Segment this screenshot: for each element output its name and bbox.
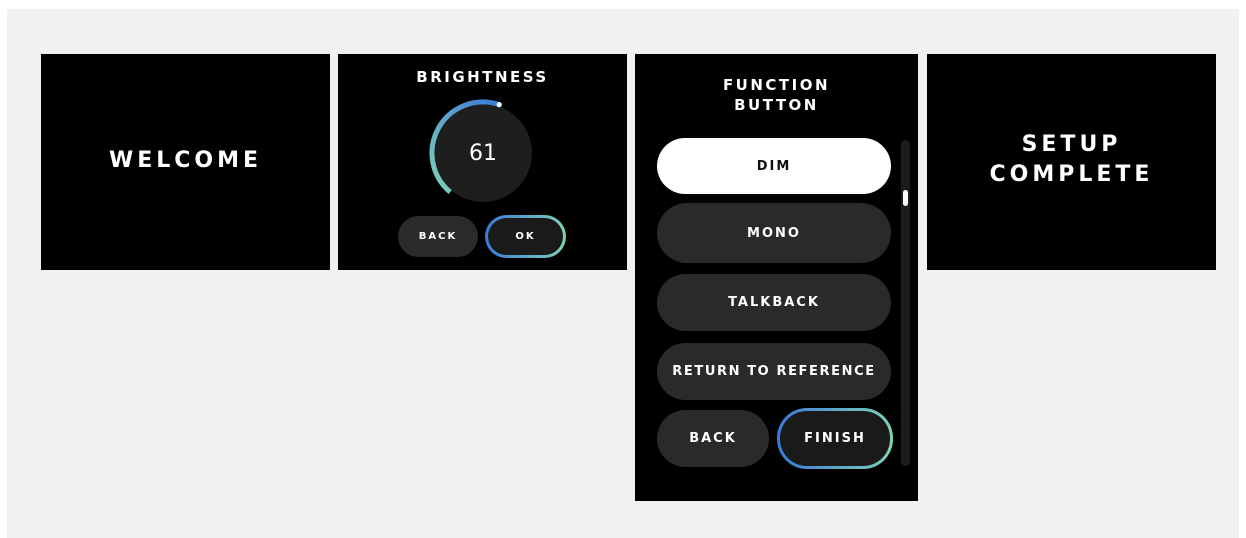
finish-button[interactable]: FINISH	[777, 408, 893, 469]
scrollbar-thumb[interactable]	[903, 190, 908, 206]
welcome-screen: WELCOME	[41, 54, 330, 270]
back-button[interactable]: BACK	[657, 410, 769, 467]
setup-complete-screen: SETUP COMPLETE	[927, 54, 1216, 270]
option-mono[interactable]: MONO	[657, 203, 891, 263]
option-dim[interactable]: DIM	[657, 138, 891, 194]
brightness-title: BRIGHTNESS	[416, 68, 549, 86]
welcome-title: WELCOME	[108, 148, 263, 173]
complete-title-line1: SETUP	[1021, 132, 1122, 157]
back-button[interactable]: BACK	[398, 216, 478, 257]
function-button-screen: FUNCTION BUTTON DIM MONO TALKBACK RETURN…	[635, 54, 918, 501]
option-return-to-reference[interactable]: RETURN TO REFERENCE	[657, 343, 891, 400]
ok-button[interactable]: OK	[485, 215, 566, 258]
option-talkback[interactable]: TALKBACK	[657, 274, 891, 331]
function-title-line2: BUTTON	[734, 96, 819, 114]
complete-title-line2: COMPLETE	[989, 162, 1154, 187]
scrollbar-track[interactable]	[901, 140, 910, 466]
brightness-screen: BRIGHTNESS 61 BACK OK	[338, 54, 627, 270]
brightness-value: 61	[469, 140, 497, 166]
function-title-line1: FUNCTION	[722, 76, 831, 94]
